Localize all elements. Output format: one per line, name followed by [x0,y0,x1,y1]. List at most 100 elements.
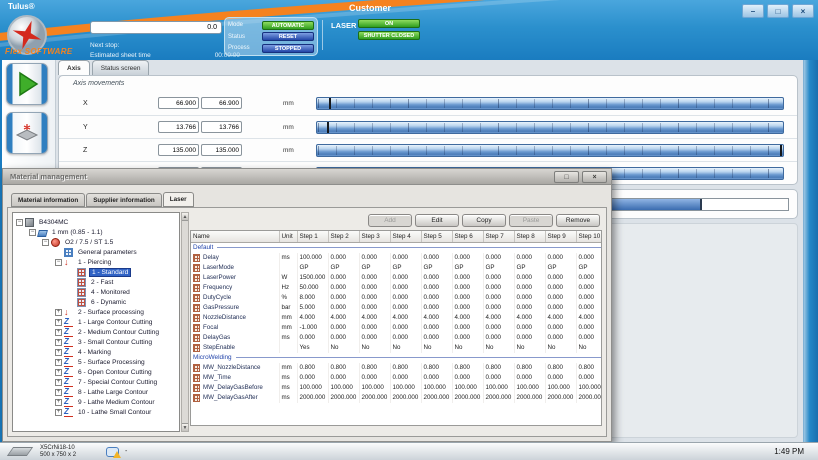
tree-item[interactable]: +2 - Medium Contour Cutting [13,327,179,337]
step-value-cell[interactable]: 0.000 [328,293,359,303]
step-value-cell[interactable]: 0.000 [421,253,452,263]
parameter-row[interactable]: GasPressurebar5.0000.0000.0000.0000.0000… [191,303,602,313]
step-value-cell[interactable]: 0.000 [328,373,359,383]
step-value-cell[interactable]: 0.000 [452,273,483,283]
parameter-row[interactable]: MW_Timems0.0000.0000.0000.0000.0000.0000… [191,373,602,383]
step-value-cell[interactable]: 0.000 [514,273,545,283]
step-value-cell[interactable]: 0.000 [514,373,545,383]
step-value-cell[interactable]: 2000.000 [514,393,545,403]
tab-status-screen[interactable]: Status screen [92,60,150,75]
tree-expander-icon[interactable]: + [55,409,62,416]
tree-expander-icon[interactable]: + [55,339,62,346]
tree-expander-icon[interactable]: − [42,239,49,246]
tree-item[interactable]: 1 - Standard [13,267,179,277]
step-value-cell[interactable]: 0.000 [576,283,602,293]
step-value-cell[interactable]: 0.000 [514,293,545,303]
step-value-cell[interactable]: 0.800 [483,363,514,373]
step-value-cell[interactable]: 0.000 [390,283,421,293]
parameter-row[interactable]: MW_DelayGasBeforems100.000100.000100.000… [191,383,602,393]
tree-item[interactable]: −O2 / 7.5 / ST 1.5 [13,237,179,247]
step-value-cell[interactable]: 0.000 [545,253,576,263]
step-value-cell[interactable]: 0.000 [483,283,514,293]
parameter-row[interactable]: DutyCycle%8.0000.0000.0000.0000.0000.000… [191,293,602,303]
step-value-cell[interactable]: 0.000 [483,273,514,283]
step-value-cell[interactable]: 4.000 [359,313,390,323]
step-value-cell[interactable]: 0.000 [421,293,452,303]
step-value-cell[interactable]: 0.000 [576,373,602,383]
step-value-cell[interactable]: 4.000 [514,313,545,323]
step-value-cell[interactable]: 0.000 [545,273,576,283]
step-value-cell[interactable]: 4.000 [483,313,514,323]
tree-expander-icon[interactable]: + [55,389,62,396]
parameter-row[interactable]: MW_DelayGasAfterms2000.0002000.0002000.0… [191,393,602,403]
step-value-cell[interactable]: 2000.000 [576,393,602,403]
step-value-cell[interactable]: 0.000 [452,293,483,303]
minimize-icon[interactable]: – [742,4,764,18]
step-value-cell[interactable]: 4.000 [328,313,359,323]
step-value-cell[interactable]: 0.000 [421,273,452,283]
tree-item[interactable]: 4 - Monitored [13,287,179,297]
step-value-cell[interactable]: 100.000 [483,383,514,393]
step-value-cell[interactable]: 0.000 [390,253,421,263]
step-value-cell[interactable]: 0.000 [545,373,576,383]
step-value-cell[interactable]: 0.000 [359,323,390,333]
step-value-cell[interactable]: 2000.000 [421,393,452,403]
step-value-cell[interactable]: 0.000 [359,333,390,343]
tree-item[interactable]: 6 - Dynamic [13,297,179,307]
dialog-tab-supplier-information[interactable]: Supplier information [86,193,162,207]
step-value-cell[interactable]: GP [452,263,483,273]
tree-expander-icon[interactable]: + [55,359,62,366]
tree-item[interactable]: +9 - Lathe Medium Contour [13,397,179,407]
step-value-cell[interactable]: 0.800 [421,363,452,373]
tree-item[interactable]: −B4304MC [13,217,179,227]
step-value-cell[interactable]: No [359,343,390,353]
step-value-cell[interactable]: 4.000 [452,313,483,323]
step-value-cell[interactable]: No [421,343,452,353]
tree-expander-icon[interactable]: + [55,379,62,386]
step-value-cell[interactable]: 2000.000 [328,393,359,403]
step-value-cell[interactable]: 0.000 [359,373,390,383]
tree-expander-icon[interactable]: + [55,309,62,316]
step-value-cell[interactable]: 2000.000 [452,393,483,403]
step-value-cell[interactable]: 4.000 [576,313,602,323]
step-value-cell[interactable]: 0.800 [452,363,483,373]
tree-item[interactable]: +3 - Small Contour Cutting [13,337,179,347]
parameter-row[interactable]: LaserModeGPGPGPGPGPGPGPGPGPGP [191,263,602,273]
step-value-cell[interactable]: 100.000 [390,383,421,393]
dialog-tab-material-information[interactable]: Material information [11,193,85,207]
step-value-cell[interactable]: 100.000 [328,383,359,393]
step-value-cell[interactable]: 0.000 [328,303,359,313]
step-value-cell[interactable]: 0.000 [514,283,545,293]
tree-item[interactable]: +1 - Large Contour Cutting [13,317,179,327]
step-value-cell[interactable]: 0.000 [390,303,421,313]
step-value-cell[interactable]: 0.000 [483,323,514,333]
step-value-cell[interactable]: 0.000 [452,373,483,383]
step-value-cell[interactable]: 0.000 [452,303,483,313]
step-value-cell[interactable]: No [452,343,483,353]
step-value-cell[interactable]: 0.000 [421,283,452,293]
step-value-cell[interactable]: 0.000 [576,293,602,303]
step-value-cell[interactable]: GP [576,263,602,273]
tree-expander-icon[interactable]: − [55,259,62,266]
restore-icon[interactable]: □ [767,4,789,18]
step-value-cell[interactable]: 0.000 [421,333,452,343]
step-value-cell[interactable]: 100.000 [545,383,576,393]
step-value-cell[interactable]: 0.000 [328,333,359,343]
step-value-cell[interactable]: No [576,343,602,353]
dialog-restore-icon[interactable]: □ [554,171,579,183]
step-value-cell[interactable]: No [328,343,359,353]
step-value-cell[interactable]: 0.000 [545,333,576,343]
step-value-cell[interactable]: 0.000 [452,283,483,293]
step-value-cell[interactable]: GP [514,263,545,273]
step-value-cell[interactable]: GP [545,263,576,273]
step-value-cell[interactable]: 2000.000 [483,393,514,403]
step-value-cell[interactable]: 0.800 [359,363,390,373]
dialog-close-icon[interactable]: × [582,171,607,183]
tree-item[interactable]: +2 - Surface processing [13,307,179,317]
step-value-cell[interactable]: 0.000 [390,373,421,383]
step-value-cell[interactable]: 8.000 [297,293,328,303]
step-value-cell[interactable]: 2000.000 [297,393,328,403]
step-value-cell[interactable]: 0.000 [545,323,576,333]
step-value-cell[interactable]: 100.000 [421,383,452,393]
step-value-cell[interactable]: Yes [297,343,328,353]
